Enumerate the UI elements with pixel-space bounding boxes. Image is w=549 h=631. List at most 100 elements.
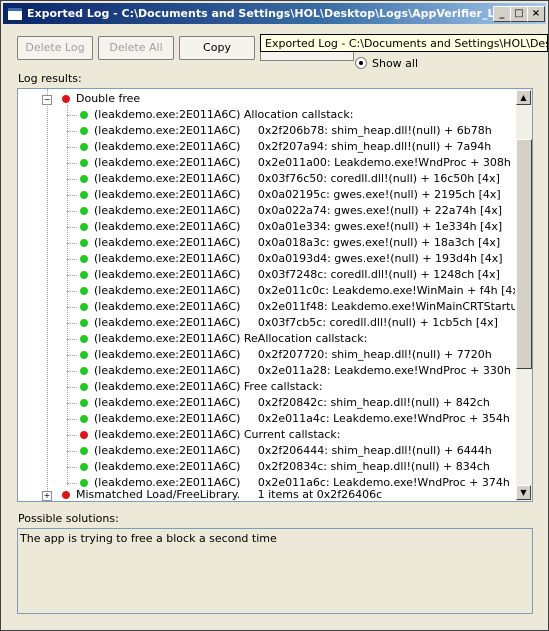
ok-status-icon (80, 463, 88, 471)
log-entry-row[interactable]: (leakdemo.exe:2E011A6C) Current callstac… (63, 427, 513, 443)
tree-guide-connector (67, 243, 77, 244)
tree-guide-connector (67, 259, 77, 260)
log-entry-text: (leakdemo.exe:2E011A6C) 0x2e011a00: Leak… (94, 156, 511, 169)
error-status-icon (62, 95, 70, 103)
log-entry-row[interactable]: (leakdemo.exe:2E011A6C) 0x2f206b78: shim… (63, 123, 513, 139)
tree-guide-connector (67, 435, 77, 436)
log-entry-text: (leakdemo.exe:2E011A6C) 0x2e011c0c: Leak… (94, 284, 515, 297)
log-entry-row[interactable]: (leakdemo.exe:2E011A6C) 0x0a018a3c: gwes… (63, 235, 513, 251)
possible-solutions-label: Possible solutions: (18, 512, 119, 525)
log-entry-row[interactable]: (leakdemo.exe:2E011A6C) Free callstack: (63, 379, 513, 395)
tree-guide-connector (67, 275, 77, 276)
log-entry-row[interactable]: (leakdemo.exe:2E011A6C) 0x0a022a74: gwes… (63, 203, 513, 219)
tree-guide-line (47, 89, 48, 501)
log-entry-row[interactable]: (leakdemo.exe:2E011A6C) ReAllocation cal… (63, 331, 513, 347)
close-button[interactable]: × (527, 6, 545, 22)
tree-guide-connector (67, 451, 77, 452)
log-entry-text: (leakdemo.exe:2E011A6C) 0x2e011f48: Leak… (94, 300, 515, 313)
log-entry-text: (leakdemo.exe:2E011A6C) 0x0a022a74: gwes… (94, 204, 503, 217)
ok-status-icon (80, 303, 88, 311)
log-entry-text: (leakdemo.exe:2E011A6C) 0x0a01e334: gwes… (94, 220, 503, 233)
log-entry-text: (leakdemo.exe:2E011A6C) 0x2f20834c: shim… (94, 460, 490, 473)
delete-all-button[interactable]: Delete All (98, 36, 174, 60)
possible-solutions-box[interactable]: The app is trying to free a block a seco… (17, 528, 533, 614)
log-entry-row[interactable]: (leakdemo.exe:2E011A6C) 0x2f207720: shim… (63, 347, 513, 363)
tree-node-label: Double free (76, 92, 141, 105)
log-entry-row[interactable]: (leakdemo.exe:2E011A6C) 0x2e011a28: Leak… (63, 363, 513, 379)
ok-status-icon (80, 367, 88, 375)
ok-status-icon (80, 479, 88, 487)
exported-log-window: Exported Log - C:\Documents and Settings… (0, 0, 549, 631)
log-entry-row[interactable]: (leakdemo.exe:2E011A6C) 0x03f76c50: core… (63, 171, 513, 187)
ok-status-icon (80, 287, 88, 295)
log-entry-row[interactable]: (leakdemo.exe:2E011A6C) 0x2f206444: shim… (63, 443, 513, 459)
obscured-button[interactable] (260, 52, 354, 61)
tree-guide-connector (67, 307, 77, 308)
log-entry-text: (leakdemo.exe:2E011A6C) 0x2f207a94: shim… (94, 140, 492, 153)
tree-guide-connector (67, 403, 77, 404)
log-entry-row[interactable]: (leakdemo.exe:2E011A6C) 0x0a02195c: gwes… (63, 187, 513, 203)
ok-status-icon (80, 143, 88, 151)
tree-guide-connector (67, 467, 77, 468)
show-all-label[interactable]: Show all (372, 57, 418, 70)
tree-guide-connector (67, 163, 77, 164)
ok-status-icon (80, 159, 88, 167)
tree-guide-connector (67, 355, 77, 356)
log-entry-row[interactable]: (leakdemo.exe:2E011A6C) 0x2f20842c: shim… (63, 395, 513, 411)
error-status-icon (62, 491, 70, 499)
title-bar[interactable]: Exported Log - C:\Documents and Settings… (3, 3, 546, 24)
log-entry-row[interactable]: (leakdemo.exe:2E011A6C) 0x2e011a00: Leak… (63, 155, 513, 171)
log-results-tree[interactable]: − Double free (leakdemo.exe:2E011A6C) Al… (17, 88, 533, 502)
log-entry-text: (leakdemo.exe:2E011A6C) 0x03f76c50: core… (94, 172, 500, 185)
tree-guide-connector (67, 291, 77, 292)
scroll-up-arrow-icon[interactable]: ▲ (516, 90, 531, 105)
solutions-text: The app is trying to free a block a seco… (20, 532, 277, 545)
tree-node-label: Mismatched Load/FreeLibrary. 1 items at … (76, 488, 383, 501)
scroll-down-arrow-icon[interactable]: ▼ (516, 485, 531, 500)
tree-node-double-free[interactable]: − Double free (42, 91, 242, 107)
log-entry-row[interactable]: (leakdemo.exe:2E011A6C) 0x2e011f48: Leak… (63, 299, 515, 315)
log-entry-row[interactable]: (leakdemo.exe:2E011A6C) 0x2e011a4c: Leak… (63, 411, 513, 427)
ok-status-icon (80, 239, 88, 247)
maximize-button[interactable]: □ (510, 6, 528, 22)
log-entry-row[interactable]: (leakdemo.exe:2E011A6C) 0x2f207a94: shim… (63, 139, 513, 155)
log-entry-text: (leakdemo.exe:2E011A6C) 0x0a018a3c: gwes… (94, 236, 501, 249)
tree-content: − Double free (leakdemo.exe:2E011A6C) Al… (18, 89, 515, 501)
tree-guide-connector (67, 371, 77, 372)
copy-button[interactable]: Copy (179, 36, 255, 60)
ok-status-icon (80, 271, 88, 279)
ok-status-icon (80, 223, 88, 231)
tree-guide-connector (67, 339, 77, 340)
show-all-radio[interactable] (355, 57, 367, 69)
ok-status-icon (80, 399, 88, 407)
log-results-label: Log results: (18, 72, 82, 85)
tree-guide-connector (67, 387, 77, 388)
log-entry-row[interactable]: (leakdemo.exe:2E011A6C) 0x03f7cb5c: core… (63, 315, 513, 331)
scroll-thumb[interactable] (516, 139, 532, 369)
log-entry-row[interactable]: (leakdemo.exe:2E011A6C) 0x0a0193d4: gwes… (63, 251, 513, 267)
ok-status-icon (80, 111, 88, 119)
log-entry-text: (leakdemo.exe:2E011A6C) 0x03f7cb5c: core… (94, 316, 498, 329)
tree-guide-connector (67, 323, 77, 324)
minimize-button[interactable]: _ (493, 6, 511, 22)
tree-guide-connector (67, 227, 77, 228)
expand-expander-icon[interactable]: + (42, 491, 52, 501)
ok-status-icon (80, 447, 88, 455)
log-entry-row[interactable]: (leakdemo.exe:2E011A6C) 0x2f20834c: shim… (63, 459, 513, 475)
ok-status-icon (80, 319, 88, 327)
ok-status-icon (80, 335, 88, 343)
log-entry-text: (leakdemo.exe:2E011A6C) 0x2f207720: shim… (94, 348, 492, 361)
log-entry-text: (leakdemo.exe:2E011A6C) Current callstac… (94, 428, 341, 441)
log-entry-row[interactable]: (leakdemo.exe:2E011A6C) 0x03f7248c: core… (63, 267, 513, 283)
log-entry-text: (leakdemo.exe:2E011A6C) 0x2f20842c: shim… (94, 396, 490, 409)
vertical-scrollbar[interactable]: ▲ ▼ (516, 89, 532, 501)
log-entry-row[interactable]: (leakdemo.exe:2E011A6C) Allocation calls… (63, 107, 513, 123)
log-entry-row[interactable]: (leakdemo.exe:2E011A6C) 0x0a01e334: gwes… (63, 219, 513, 235)
tree-node-mismatched-load[interactable]: + Mismatched Load/FreeLibrary. 1 items a… (42, 487, 502, 501)
collapse-expander-icon[interactable]: − (42, 95, 52, 105)
log-entry-text: (leakdemo.exe:2E011A6C) 0x2f206b78: shim… (94, 124, 492, 137)
tree-guide-connector (67, 131, 77, 132)
delete-log-button[interactable]: Delete Log (17, 36, 93, 60)
log-entry-text: (leakdemo.exe:2E011A6C) 0x0a02195c: gwes… (94, 188, 501, 201)
log-entry-row[interactable]: (leakdemo.exe:2E011A6C) 0x2e011c0c: Leak… (63, 283, 515, 299)
